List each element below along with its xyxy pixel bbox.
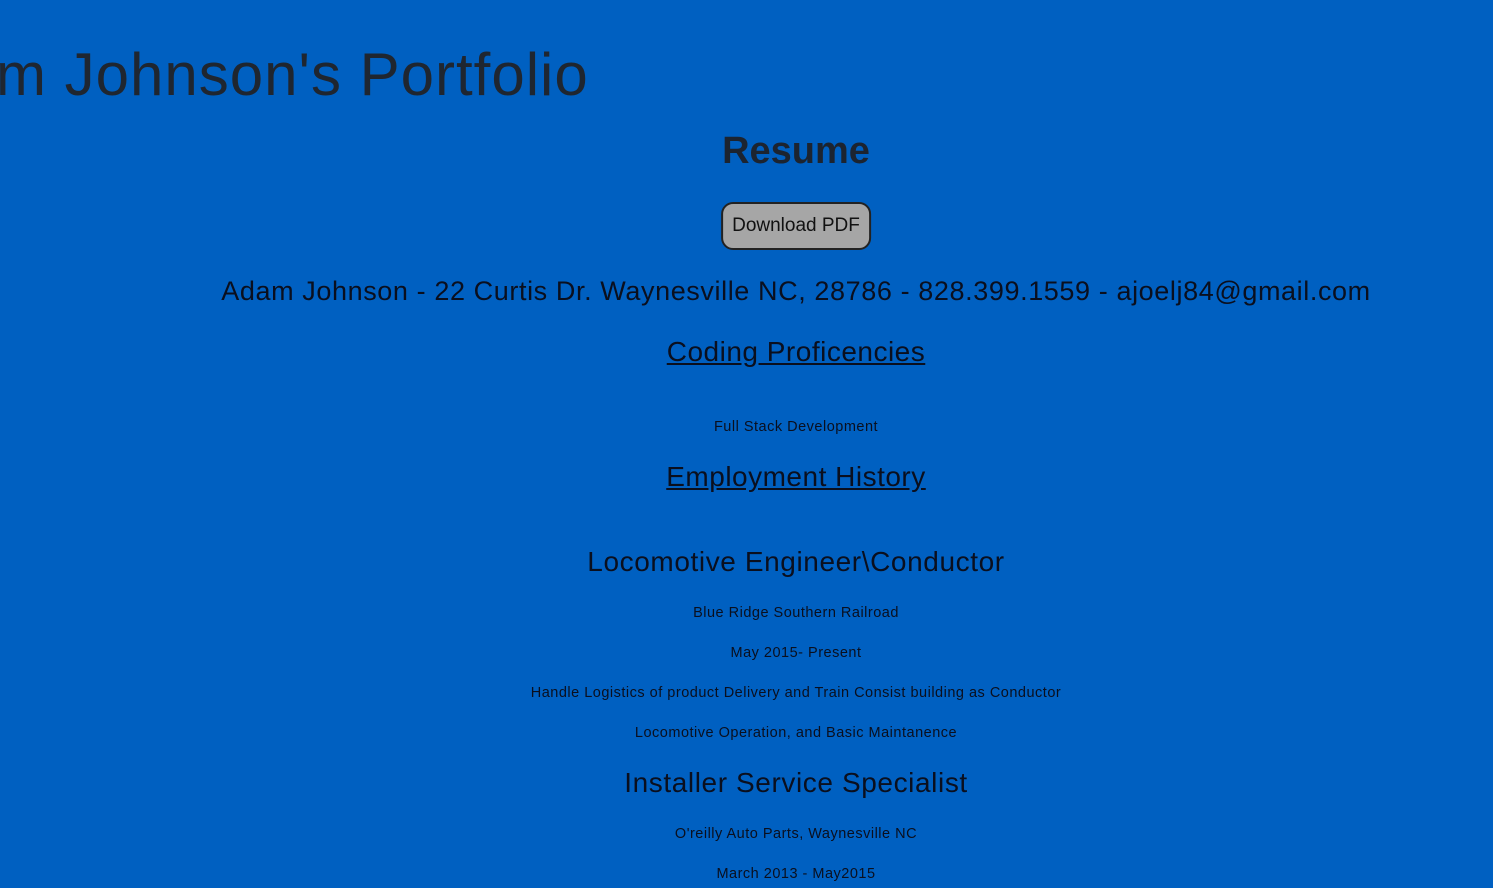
- job-company: O'reilly Auto Parts, Waynesville NC: [674, 826, 918, 842]
- job-title: Installer Service Specialist: [624, 767, 968, 798]
- skill-item: Full Stack Development: [713, 419, 879, 435]
- contact-info: Adam Johnson - 22 Curtis Dr. Waynesville…: [221, 276, 1371, 306]
- job-dates: May 2015- Present: [730, 645, 862, 661]
- download-pdf-button[interactable]: Download PDF: [721, 202, 871, 250]
- resume-heading: Resume: [722, 130, 870, 172]
- job-dates: March 2013 - May2015: [716, 866, 876, 882]
- coding-proficiencies-heading: Coding Proficencies: [666, 336, 926, 367]
- employment-history-heading: Employment History: [666, 461, 926, 492]
- job-company: Blue Ridge Southern Railroad: [693, 605, 899, 621]
- job-duty: Locomotive Operation, and Basic Maintane…: [634, 725, 958, 741]
- page-title: m Johnson's Portfolio: [0, 41, 589, 108]
- job-duty: Handle Logistics of product Delivery and…: [530, 685, 1062, 701]
- job-title: Locomotive Engineer\Conductor: [587, 546, 1005, 577]
